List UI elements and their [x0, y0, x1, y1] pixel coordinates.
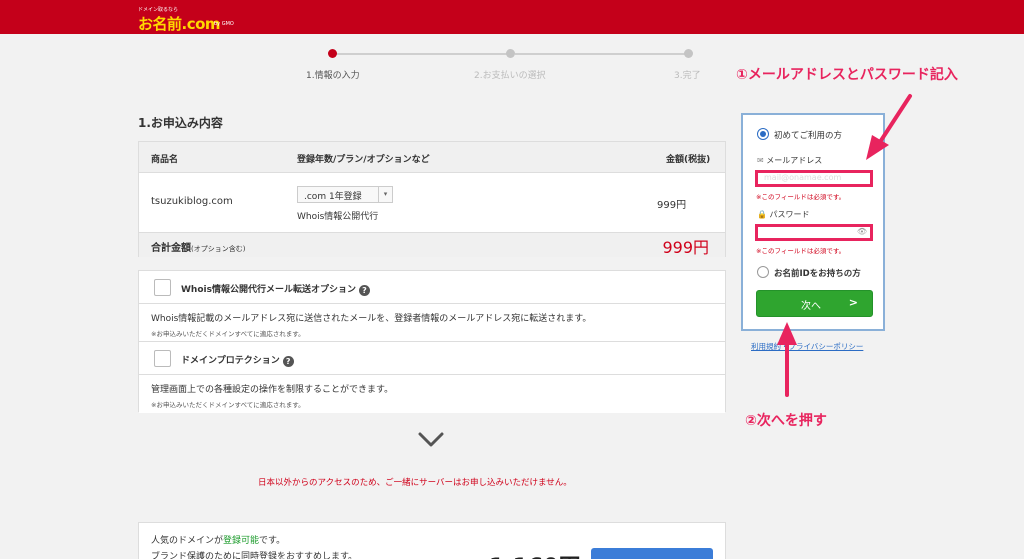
item-price: 999円 — [657, 200, 687, 211]
option-whois-forward: Whois情報公開代行メール転送オプション? — [139, 271, 725, 304]
site-header: ドメイン取るなら お名前.com by GMO — [0, 0, 1024, 34]
recommend-panel: 人気のドメインが登録可能です。 ブランド保護のために同時登録をおすすめします。 … — [138, 522, 726, 559]
password-label: 🔒 パスワード — [757, 209, 810, 220]
lock-icon: 🔒 — [757, 210, 767, 219]
recommend-add-button[interactable] — [591, 548, 713, 559]
column-price: 金額(税抜) — [666, 155, 711, 165]
option-description: Whois情報記載のメールアドレス宛に送信されたメールを、登録者情報のメールアド… — [139, 304, 725, 342]
recommend-available: 登録可能 — [223, 536, 260, 546]
option-desc: Whois情報記載のメールアドレス宛に送信されたメールを、登録者情報のメールアド… — [151, 314, 592, 324]
step-3-dot — [684, 49, 693, 58]
annotation-step-1: ①メールアドレスとパスワード記入 — [736, 67, 958, 83]
option-note: ※お申込みいただくドメインすべてに適応されます。 — [151, 401, 305, 409]
mail-icon: ✉ — [757, 156, 764, 165]
plan-select-value: .com 1年登録 — [304, 192, 362, 202]
first-time-label: 初めてご利用の方 — [774, 131, 843, 141]
column-plan: 登録年数/プラン/オプションなど — [297, 155, 430, 165]
option-title: Whois情報公開代行メール転送オプション? — [181, 282, 370, 296]
plan-note: Whois情報公開代行 — [297, 212, 379, 222]
recommend-line-2: ブランド保護のために同時登録をおすすめします。 — [151, 552, 358, 559]
option-title-text: ドメインプロテクション — [181, 356, 280, 366]
total-label-text: 合計金額 — [151, 243, 191, 254]
option-domain-protection: ドメインプロテクション? — [139, 342, 725, 375]
step-progress: 1.情報の入力 2.お支払いの選択 3.完了 — [300, 44, 710, 84]
step-line — [333, 53, 509, 55]
logo-name: お名前.com — [138, 15, 221, 33]
password-label-text: パスワード — [769, 210, 810, 219]
has-id-radio[interactable] — [757, 266, 769, 278]
recommend-line-1: 人気のドメインが登録可能です。 — [151, 533, 285, 546]
password-required-note: ※このフィールドは必須です。 — [756, 247, 846, 255]
first-time-radio[interactable] — [757, 128, 769, 140]
chevron-down-icon: ▾ — [378, 187, 392, 202]
order-total-row: 合計金額(オプション含む) 999円 — [139, 233, 725, 257]
email-placeholder: mail@onamae.com — [764, 173, 842, 182]
total-label-note: (オプション含む) — [191, 245, 246, 253]
expand-chevron-icon[interactable] — [418, 432, 444, 448]
access-warning: 日本以外からのアクセスのため、ご一緒にサーバーはお申し込みいただけません。 — [258, 478, 572, 488]
eye-icon[interactable]: 👁 — [857, 227, 867, 236]
help-icon[interactable]: ? — [358, 285, 370, 296]
email-required-note: ※このフィールドは必須です。 — [756, 193, 846, 201]
annotation-step-2: ②次へを押す — [745, 413, 827, 429]
step-3-label: 3.完了 — [674, 71, 701, 81]
order-row: tsuzukiblog.com .com 1年登録 ▾ Whois情報公開代行 … — [139, 173, 725, 233]
option-note: ※お申込みいただくドメインすべてに適応されます。 — [151, 330, 305, 338]
logo-sub: by GMO — [214, 21, 234, 27]
logo-tagline: ドメイン取るなら — [138, 7, 179, 13]
domain-protection-checkbox[interactable] — [154, 350, 171, 367]
login-box: 初めてご利用の方 ✉ メールアドレス mail@onamae.com ※このフィ… — [741, 113, 885, 331]
option-title-text: Whois情報公開代行メール転送オプション — [181, 285, 356, 295]
order-table: 商品名 登録年数/プラン/オプションなど 金額(税抜) tsuzukiblog.… — [138, 141, 726, 257]
email-label: ✉ メールアドレス — [757, 155, 822, 166]
option-description: 管理画面上での各種設定の操作を制限することができます。 ※お申込みいただくドメイ… — [139, 375, 725, 413]
recommend-prefix: 人気のドメインが — [151, 536, 224, 546]
step-line — [515, 53, 685, 55]
email-input[interactable]: mail@onamae.com — [755, 170, 873, 187]
option-title: ドメインプロテクション? — [181, 353, 294, 367]
next-button[interactable]: 次へ > — [756, 290, 873, 317]
step-1-dot — [328, 49, 337, 58]
whois-forward-checkbox[interactable] — [154, 279, 171, 296]
order-section-title: 1.お申込み内容 — [138, 116, 223, 130]
has-id-label: お名前IDをお持ちの方 — [774, 269, 861, 279]
order-table-header: 商品名 登録年数/プラン/オプションなど 金額(税抜) — [139, 142, 725, 173]
onamae-logo[interactable]: ドメイン取るなら お名前.com by GMO — [138, 6, 248, 33]
chevron-right-icon: > — [848, 296, 858, 309]
password-input[interactable]: 👁 — [755, 224, 873, 241]
policy-link[interactable]: 利用規約・プライバシーポリシー — [751, 341, 863, 352]
help-icon[interactable]: ? — [282, 356, 294, 367]
plan-select[interactable]: .com 1年登録 ▾ — [297, 186, 393, 203]
column-product: 商品名 — [151, 155, 179, 165]
step-2-label: 2.お支払いの選択 — [474, 71, 546, 81]
option-desc: 管理画面上での各種設定の操作を制限することができます。 — [151, 385, 394, 395]
recommend-suffix: です。 — [259, 536, 286, 546]
recommend-price: 1,160円 — [489, 549, 581, 559]
options-panel: Whois情報公開代行メール転送オプション? Whois情報記載のメールアドレス… — [138, 270, 726, 413]
total-label: 合計金額(オプション含む) — [151, 239, 245, 254]
domain-name: tsuzukiblog.com — [151, 196, 233, 207]
step-1-label: 1.情報の入力 — [306, 71, 360, 81]
next-button-label: 次へ — [801, 301, 821, 312]
step-2-dot — [506, 49, 515, 58]
total-amount: 999円 — [662, 238, 709, 257]
email-label-text: メールアドレス — [766, 156, 823, 165]
